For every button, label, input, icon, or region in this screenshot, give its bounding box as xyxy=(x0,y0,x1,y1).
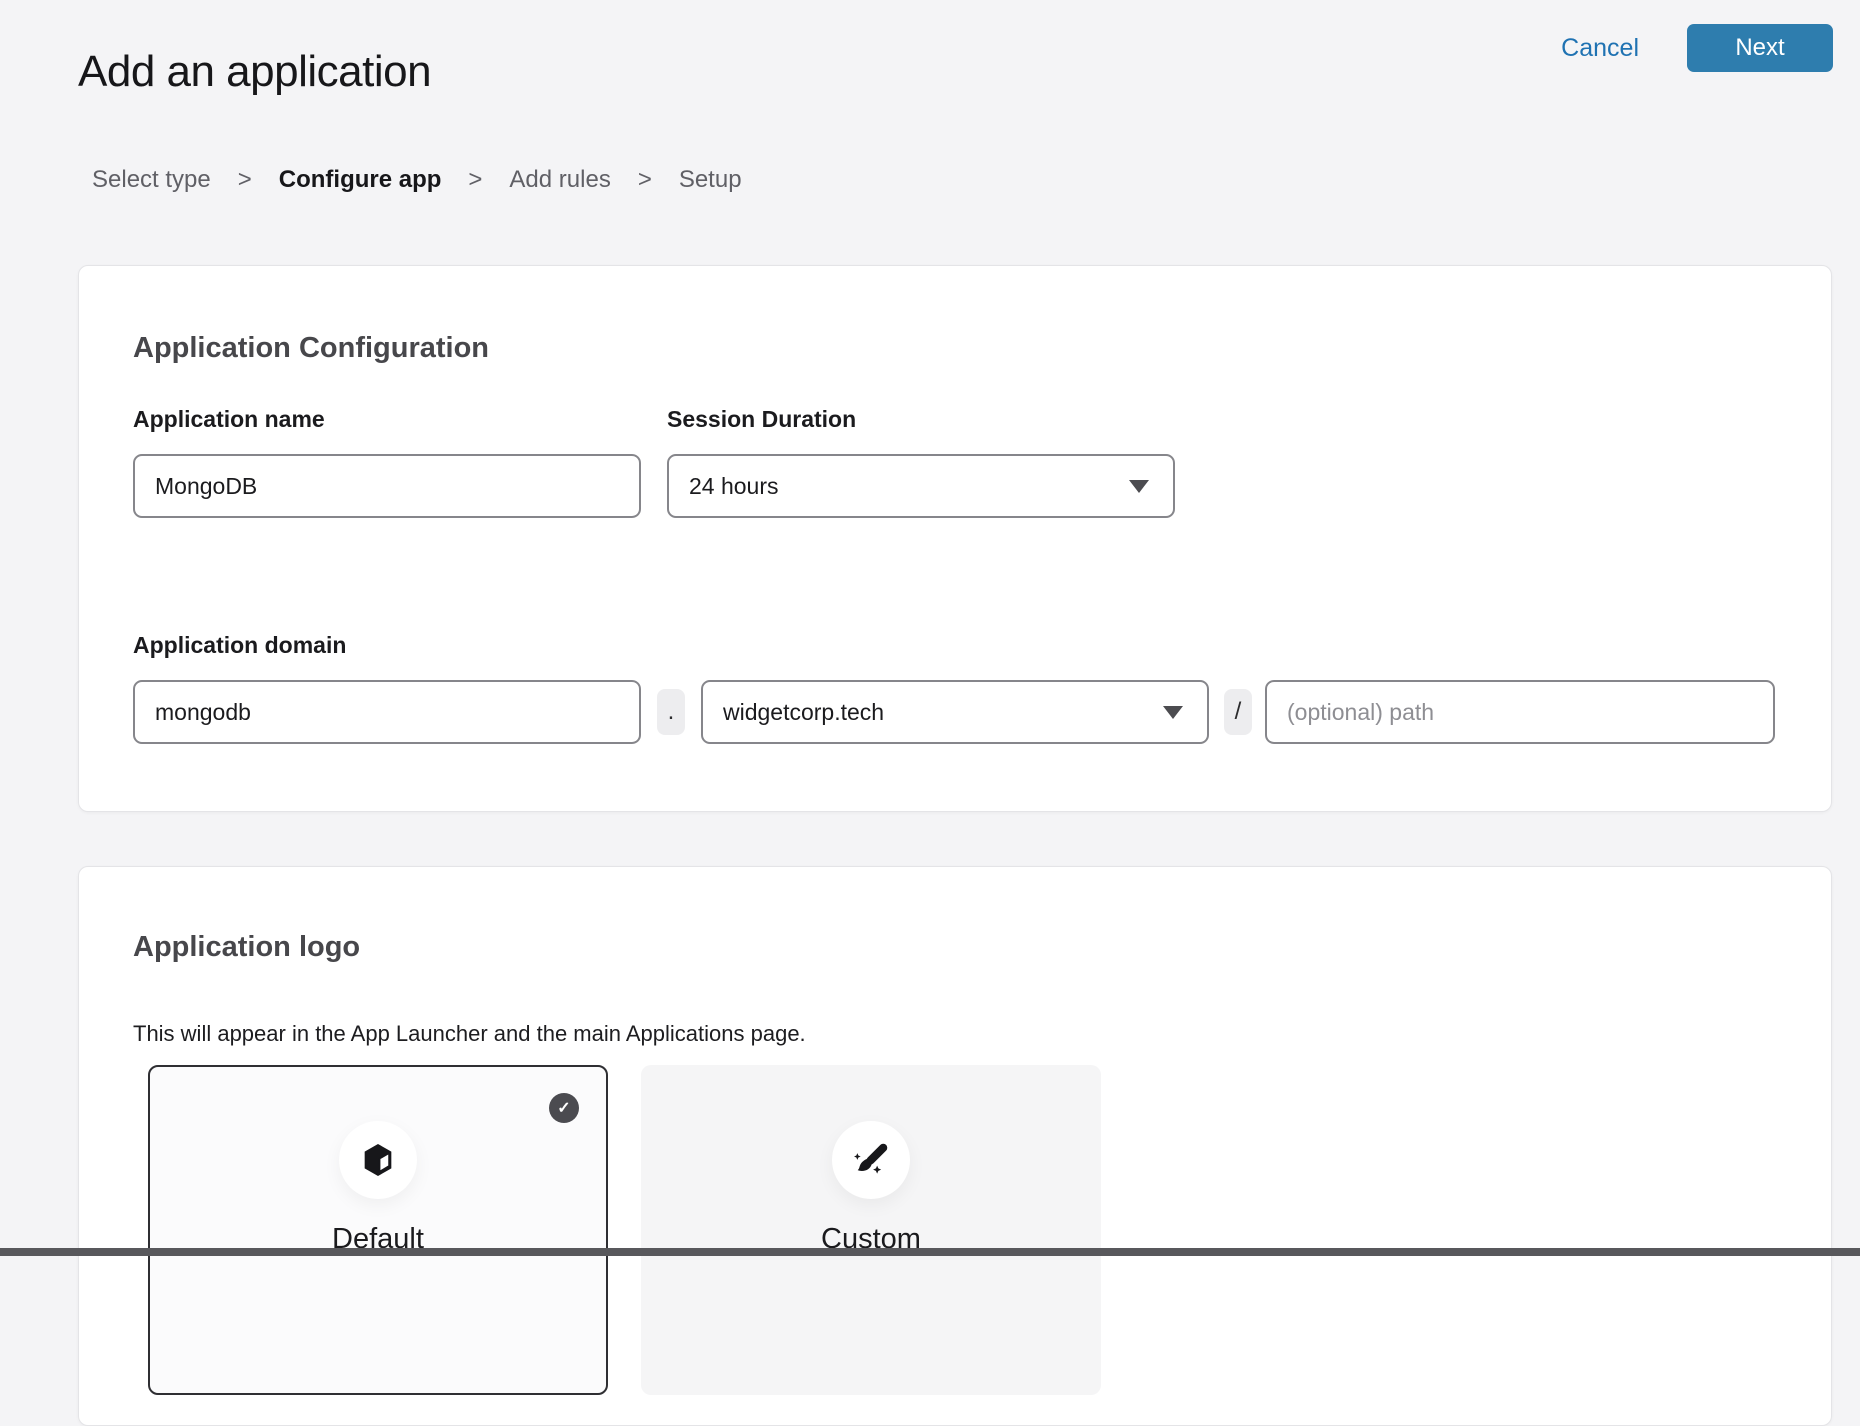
step-setup[interactable]: Setup xyxy=(679,166,742,194)
session-duration-value: 24 hours xyxy=(689,473,779,500)
default-logo-circle xyxy=(339,1121,417,1199)
header-actions: Cancel Next xyxy=(1561,24,1833,72)
session-duration-label: Session Duration xyxy=(667,406,856,433)
step-add-rules[interactable]: Add rules xyxy=(509,166,610,194)
chevron-down-icon xyxy=(1163,706,1183,719)
logo-options: ✓ Default xyxy=(148,1065,1101,1395)
window-bottom-edge xyxy=(0,1248,1860,1256)
application-name-label: Application name xyxy=(133,406,325,433)
cube-icon xyxy=(358,1140,398,1180)
session-duration-select[interactable]: 24 hours xyxy=(667,454,1175,518)
application-configuration-card: Application Configuration Application na… xyxy=(78,265,1832,812)
chevron-down-icon xyxy=(1129,480,1149,493)
breadcrumb-separator: > xyxy=(638,166,652,194)
config-card-heading: Application Configuration xyxy=(133,332,489,365)
logo-option-custom[interactable]: Custom xyxy=(641,1065,1101,1395)
application-domain-label: Application domain xyxy=(133,632,346,659)
breadcrumb-separator: > xyxy=(468,166,482,194)
breadcrumb-separator: > xyxy=(238,166,252,194)
add-application-page: Add an application Cancel Next Select ty… xyxy=(0,0,1860,1256)
domain-dot-separator: . xyxy=(657,689,685,735)
next-button[interactable]: Next xyxy=(1687,24,1833,72)
application-name-input[interactable] xyxy=(133,454,641,518)
step-configure-app[interactable]: Configure app xyxy=(279,166,442,194)
step-select-type[interactable]: Select type xyxy=(92,166,211,194)
path-input[interactable] xyxy=(1265,680,1775,744)
page-title: Add an application xyxy=(78,47,431,97)
logo-card-description: This will appear in the App Launcher and… xyxy=(133,1021,806,1047)
cancel-button[interactable]: Cancel xyxy=(1561,34,1639,63)
paintbrush-icon xyxy=(850,1139,892,1181)
domain-select-value: widgetcorp.tech xyxy=(723,699,884,726)
custom-logo-circle xyxy=(832,1121,910,1199)
selected-check-icon: ✓ xyxy=(549,1093,579,1123)
subdomain-input[interactable] xyxy=(133,680,641,744)
logo-card-heading: Application logo xyxy=(133,931,360,964)
logo-option-default[interactable]: ✓ Default xyxy=(148,1065,608,1395)
domain-slash-separator: / xyxy=(1224,689,1252,735)
domain-select[interactable]: widgetcorp.tech xyxy=(701,680,1209,744)
application-logo-card: Application logo This will appear in the… xyxy=(78,866,1832,1426)
breadcrumb: Select type > Configure app > Add rules … xyxy=(92,166,742,194)
